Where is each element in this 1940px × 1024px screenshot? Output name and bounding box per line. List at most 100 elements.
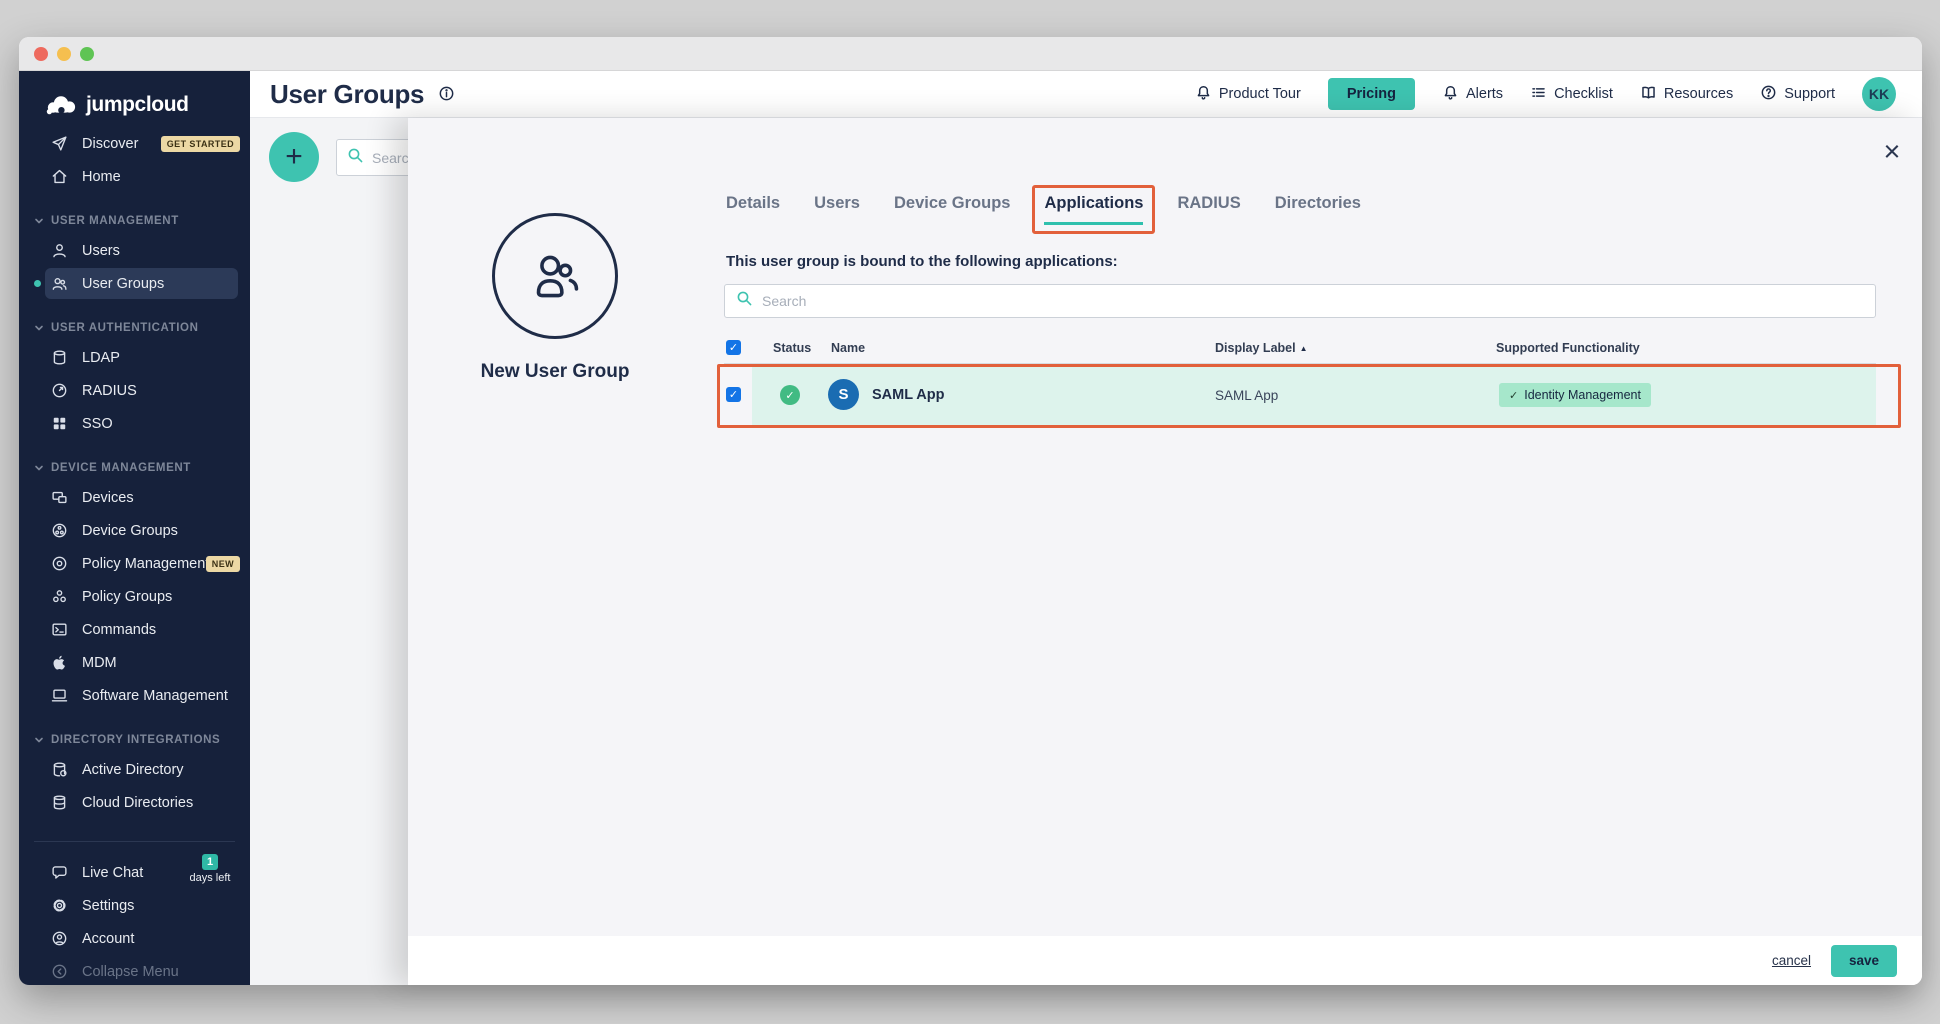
close-window-button[interactable] [34,47,48,61]
sidebar-item-users[interactable]: Users [19,234,250,267]
row-checkbox[interactable]: ✓ [726,387,741,402]
user-icon [51,242,68,259]
sidebar-item-collapse-menu[interactable]: Collapse Menu [19,955,250,985]
sidebar-item-live-chat[interactable]: Live Chat 1 days left [19,856,250,889]
user-group-avatar [492,213,618,339]
sidebar-item-policy-management[interactable]: Policy Management NEW [19,547,250,580]
user-group-icon [522,243,588,309]
sidebar-item-device-groups[interactable]: Device Groups [19,514,250,547]
sidebar-item-active-directory[interactable]: Active Directory [19,753,250,786]
support-button[interactable]: Support [1760,84,1835,105]
sidebar-item-radius[interactable]: RADIUS [19,374,250,407]
chevron-down-icon [34,216,44,226]
policy-groups-icon [51,588,68,605]
app-avatar: S [828,379,859,410]
get-started-badge: GET STARTED [161,136,240,152]
add-user-group-button[interactable]: + [269,132,319,182]
tab-directories[interactable]: Directories [1275,194,1361,225]
sso-grid-icon [51,415,68,432]
sidebar-item-policy-groups[interactable]: Policy Groups [19,580,250,613]
sidebar-section-user-authentication[interactable]: USER AUTHENTICATION [19,315,250,341]
column-header-status: Status [773,341,811,355]
sidebar-item-mdm[interactable]: MDM [19,646,250,679]
sidebar-item-label: Discover [82,136,138,152]
column-header-supported-functionality: Supported Functionality [1496,341,1640,355]
trial-countdown: 1 days left [182,853,238,884]
sidebar-item-label: Home [82,169,121,185]
applications-search-box[interactable] [724,284,1876,318]
cancel-button[interactable]: cancel [1772,953,1811,968]
bell-icon [1195,84,1212,105]
sidebar-section-directory-integrations[interactable]: DIRECTORY INTEGRATIONS [19,727,250,753]
resources-button[interactable]: Resources [1640,84,1733,105]
table-row[interactable]: ✓ ✓ S SAML App SAML App ✓ Identity Manag… [724,364,1876,426]
page-title: User Groups [270,79,424,110]
tab-device-groups[interactable]: Device Groups [894,194,1010,225]
info-icon[interactable] [438,85,456,103]
functionality-badge: ✓ Identity Management [1499,383,1651,407]
cloud-database-icon [51,794,68,811]
trial-days-badge: 1 [202,854,218,870]
sidebar-section-device-management[interactable]: DEVICE MANAGEMENT [19,455,250,481]
search-icon [347,147,364,169]
status-active-icon: ✓ [780,385,800,405]
table-header-row: ✓ Status Name Display Label▲ Supported F… [724,334,1876,364]
panel-footer: cancel save [408,936,1922,985]
applications-search-input[interactable] [762,293,1875,309]
bound-applications-description: This user group is bound to the followin… [726,253,1118,270]
user-group-detail-panel: × New User Group Details Users Device Gr… [408,118,1922,985]
chevron-down-icon [34,735,44,745]
product-tour-button[interactable]: Product Tour [1195,84,1301,105]
save-button[interactable]: save [1831,945,1897,977]
search-icon [736,290,753,312]
device-groups-icon [51,522,68,539]
column-header-display-label[interactable]: Display Label▲ [1215,341,1308,355]
terminal-icon [51,621,68,638]
tab-applications[interactable]: Applications [1044,194,1143,225]
alerts-button[interactable]: Alerts [1442,84,1503,105]
collapse-icon [51,963,68,980]
chat-icon [51,864,68,881]
app-display-label: SAML App [1215,388,1278,403]
bell-icon [1442,84,1459,105]
window-titlebar [19,37,1922,71]
sidebar-item-discover[interactable]: Discover GET STARTED [19,127,250,160]
home-icon [51,168,68,185]
chevron-down-icon [34,323,44,333]
book-icon [1640,84,1657,105]
sidebar-item-ldap[interactable]: LDAP [19,341,250,374]
laptop-icon [51,687,68,704]
sidebar-item-account[interactable]: Account [19,922,250,955]
sidebar-item-commands[interactable]: Commands [19,613,250,646]
sidebar-item-settings[interactable]: Settings [19,889,250,922]
sidebar-section-user-management[interactable]: USER MANAGEMENT [19,208,250,234]
sidebar: jumpcloud Discover GET STARTED Home USER… [19,71,250,985]
close-icon[interactable]: × [1874,134,1910,170]
zoom-window-button[interactable] [80,47,94,61]
minimize-window-button[interactable] [57,47,71,61]
sidebar-item-user-groups[interactable]: User Groups [19,267,250,300]
sidebar-item-home[interactable]: Home [19,160,250,193]
tab-users[interactable]: Users [814,194,860,225]
trial-days-caption: days left [182,872,238,884]
chevron-down-icon [34,463,44,473]
discover-icon [51,135,68,152]
sidebar-item-cloud-directories[interactable]: Cloud Directories [19,786,250,819]
sidebar-item-sso[interactable]: SSO [19,407,250,440]
jumpcloud-logo-text: jumpcloud [86,93,189,117]
header-nav: Product Tour Pricing Alerts Checklist Re… [1195,77,1922,111]
select-all-checkbox[interactable]: ✓ [726,340,741,355]
user-avatar[interactable]: KK [1862,77,1896,111]
sort-asc-icon: ▲ [1300,344,1308,353]
gear-icon [51,897,68,914]
apple-icon [51,654,68,671]
checklist-button[interactable]: Checklist [1530,84,1613,105]
main-header: User Groups Product Tour Pricing Alerts … [250,71,1922,118]
pricing-button[interactable]: Pricing [1328,78,1415,110]
sidebar-item-devices[interactable]: Devices [19,481,250,514]
tab-details[interactable]: Details [726,194,780,225]
sidebar-item-software-management[interactable]: Software Management [19,679,250,712]
help-icon [1760,84,1777,105]
tab-radius[interactable]: RADIUS [1177,194,1240,225]
sidebar-divider [34,841,235,842]
